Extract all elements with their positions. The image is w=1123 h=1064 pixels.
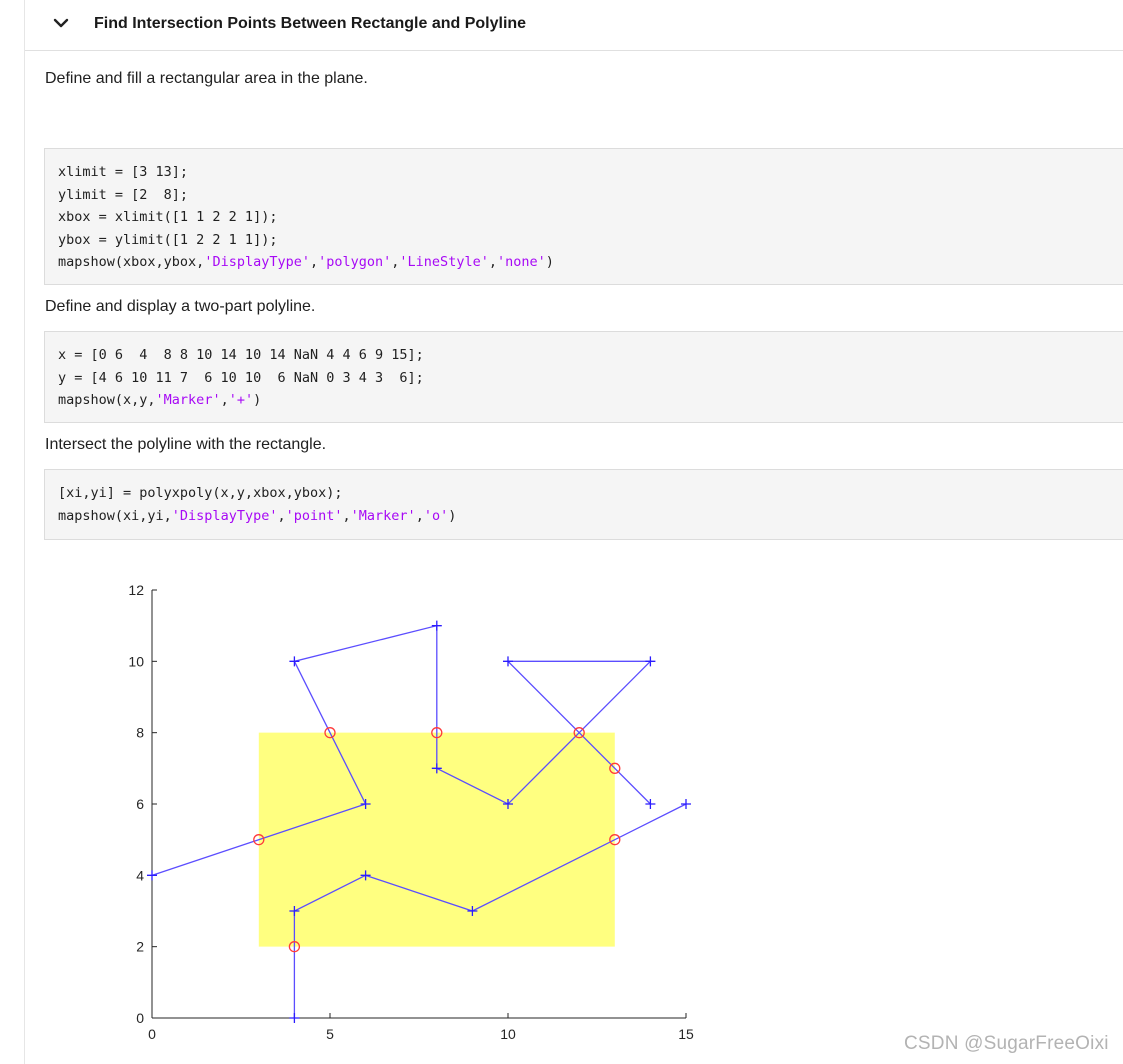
code-token: y = [4 6 10 11 7 6 10 10 6 NaN 0 3 4 3 6… <box>58 369 424 386</box>
plus-marker <box>147 870 157 881</box>
code-line: mapshow(x,y,'Marker','+') <box>58 389 1123 412</box>
code-token: mapshow(xi,yi, <box>58 507 172 524</box>
x-tick-label: 0 <box>148 1026 156 1042</box>
plot-canvas: 0 5 10 15 0 2 4 6 8 10 12 <box>128 582 694 1042</box>
plus-marker <box>289 656 300 667</box>
code-string: 'point' <box>285 507 343 524</box>
code-token: , <box>488 254 497 270</box>
code-string: 'polygon' <box>318 254 392 270</box>
x-tick-label: 15 <box>678 1026 694 1042</box>
paragraph-intersect: Intersect the polyline with the rectangl… <box>45 436 327 453</box>
figure-plot: 0 5 10 15 0 2 4 6 8 10 12 <box>100 570 720 1050</box>
code-token: x = [0 6 4 8 8 10 14 10 14 NaN 4 4 6 9 1… <box>58 347 424 363</box>
code-token: , <box>277 507 286 524</box>
code-block-rectangle[interactable]: xlimit = [3 13]; ylimit = [2 8]; xbox = xl… <box>44 148 1123 285</box>
code-token: [xi,yi] = polyxpoly(x,y,xbox,ybox); <box>58 485 343 501</box>
code-string: 'LineStyle' <box>399 254 489 270</box>
code-string: 'DisplayType' <box>204 254 310 270</box>
code-line: y = [4 6 10 11 7 6 10 10 6 NaN 0 3 4 3 6… <box>58 367 1123 390</box>
y-tick-label: 10 <box>128 653 144 669</box>
code-line: xbox = xlimit([1 1 2 2 1]); <box>58 206 1123 229</box>
chevron-down-icon[interactable] <box>52 14 70 32</box>
code-token: xbox = xlimit([1 1 2 2 1]); <box>58 209 278 225</box>
y-tick-label: 0 <box>136 1010 144 1026</box>
code-token: mapshow(x,y, <box>58 392 156 408</box>
code-token: ) <box>545 254 554 270</box>
x-tick-label: 10 <box>500 1026 516 1042</box>
plus-marker <box>681 799 691 809</box>
paragraph-polyline: Define and display a two-part polyline. <box>45 298 316 315</box>
code-string: 'none' <box>496 254 546 270</box>
code-string: 'Marker' <box>155 392 221 408</box>
code-token: ylimit = [2 8]; <box>58 186 189 203</box>
code-string: 'Marker' <box>350 507 416 524</box>
code-token: , <box>309 254 319 270</box>
y-tick-label: 12 <box>128 582 144 598</box>
code-token: ) <box>253 392 262 408</box>
code-block-polyline[interactable]: x = [0 6 4 8 8 10 14 10 14 NaN 4 4 6 9 1… <box>44 331 1123 423</box>
y-tick-label: 4 <box>136 867 144 883</box>
code-line: ybox = ylimit([1 2 2 1 1]); <box>58 229 1123 252</box>
code-line: xlimit = [3 13]; <box>58 161 1123 184</box>
code-line: [xi,yi] = polyxpoly(x,y,xbox,ybox); <box>58 482 1123 505</box>
code-string: 'DisplayType' <box>171 507 278 524</box>
code-token: mapshow(xbox,ybox, <box>58 254 205 270</box>
watermark: CSDN @SugarFreeOixi <box>904 1033 1109 1054</box>
y-tick-label: 6 <box>136 796 144 812</box>
code-token: , <box>342 507 351 524</box>
code-block-intersect[interactable]: [xi,yi] = polyxpoly(x,y,xbox,ybox); mapsh… <box>44 469 1123 540</box>
x-tick-label: 5 <box>326 1026 334 1042</box>
code-token: ybox = ylimit([1 2 2 1 1]); <box>58 231 278 248</box>
code-token: xlimit = [3 13]; <box>58 164 189 180</box>
plus-marker <box>289 1013 300 1023</box>
code-token: , <box>220 392 229 408</box>
code-line: x = [0 6 4 8 8 10 14 10 14 NaN 4 4 6 9 1… <box>58 344 1123 367</box>
left-rail <box>24 0 25 1064</box>
section-title[interactable]: Find Intersection Points Between Rectang… <box>94 15 526 33</box>
code-line: mapshow(xbox,ybox,'DisplayType','polygon… <box>58 251 1123 274</box>
code-line: ylimit = [2 8]; <box>58 184 1123 207</box>
y-tick-label: 8 <box>136 725 144 741</box>
code-token: ) <box>448 507 457 524</box>
paragraph-rectangle: Define and fill a rectangular area in th… <box>45 70 368 87</box>
code-token: , <box>415 507 424 524</box>
plus-marker <box>431 620 442 631</box>
y-tick-label: 2 <box>136 939 144 955</box>
code-string: 'o' <box>423 507 449 524</box>
code-line: mapshow(xi,yi,'DisplayType','point','Mar… <box>58 505 1123 528</box>
code-string: '+' <box>228 392 254 408</box>
